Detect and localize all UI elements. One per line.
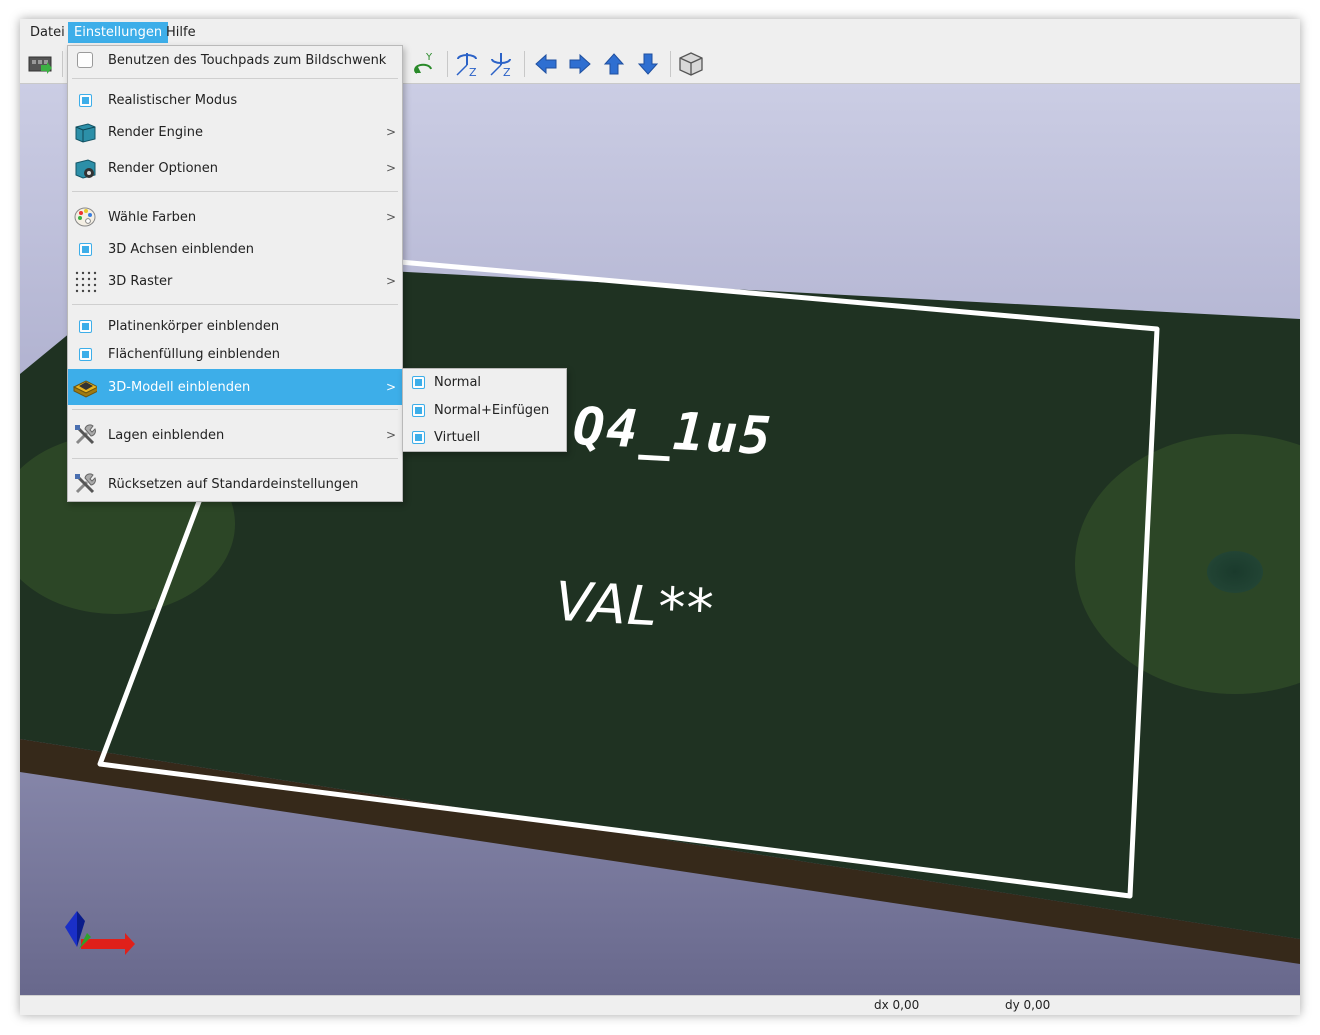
cube-icon bbox=[679, 52, 703, 76]
menu-item-realistic[interactable]: Realistischer Modus bbox=[68, 86, 402, 114]
reference-label: Q4_1u5 bbox=[571, 396, 775, 468]
move-right-button[interactable] bbox=[566, 50, 594, 78]
menu-item-show-3d-models[interactable]: 3D-Modell einblenden > bbox=[68, 369, 402, 405]
3d-model-icon bbox=[73, 375, 97, 399]
tools-icon bbox=[73, 472, 97, 496]
chevron-right-icon: > bbox=[385, 380, 396, 394]
checkbox-zone-fill[interactable] bbox=[73, 342, 97, 366]
axes-gizmo bbox=[65, 911, 135, 955]
menu-item-render-options[interactable]: Render Optionen > bbox=[68, 151, 402, 185]
rotate-y-icon: Y bbox=[414, 52, 433, 74]
menu-item-show-axes[interactable]: 3D Achsen einblenden bbox=[68, 235, 402, 263]
svg-text:Z: Z bbox=[503, 66, 511, 77]
arrow-left-icon bbox=[535, 53, 557, 75]
menu-item-grid[interactable]: 3D Raster > bbox=[68, 265, 402, 297]
menu-einstellungen[interactable]: Einstellungen bbox=[68, 22, 169, 43]
rotate-z-cw-button[interactable]: Z bbox=[488, 50, 516, 78]
submenu-item-virtual[interactable]: Virtuell bbox=[403, 424, 566, 451]
chevron-right-icon: > bbox=[385, 161, 396, 175]
rotate-z-cw-icon: Z bbox=[490, 53, 511, 77]
menu-datei[interactable]: Datei bbox=[24, 22, 71, 43]
chevron-right-icon: > bbox=[385, 210, 396, 224]
render-options-icon bbox=[73, 156, 97, 180]
submenu-item-normal-insert[interactable]: Normal+Einfügen bbox=[403, 396, 566, 424]
checkbox-normal-insert[interactable] bbox=[406, 398, 430, 422]
checkbox-virtual[interactable] bbox=[406, 426, 430, 450]
menu-hilfe[interactable]: Hilfe bbox=[160, 22, 202, 43]
menu-item-reset-defaults[interactable]: Rücksetzen auf Standardeinstellungen bbox=[68, 467, 402, 501]
rotate-y-button[interactable]: Y bbox=[412, 50, 440, 78]
checkbox-normal[interactable] bbox=[406, 371, 430, 395]
menu-item-show-board-body[interactable]: Platinenkörper einblenden bbox=[68, 312, 402, 340]
rotate-z-ccw-button[interactable]: Z bbox=[454, 50, 482, 78]
menu-item-touchpad[interactable]: Benutzen des Touchpads zum Bildschwenk bbox=[68, 46, 402, 74]
export-image-button[interactable] bbox=[26, 50, 54, 78]
3d-model-submenu: Normal Normal+Einfügen Virtuell bbox=[402, 368, 567, 452]
move-up-button[interactable] bbox=[600, 50, 628, 78]
menu-item-show-zone-fill[interactable]: Flächenfüllung einblenden bbox=[68, 340, 402, 368]
palette-icon bbox=[73, 205, 97, 229]
arrow-right-icon bbox=[569, 53, 591, 75]
move-left-button[interactable] bbox=[532, 50, 560, 78]
value-label: VAL** bbox=[553, 569, 716, 642]
checkbox-touchpad[interactable] bbox=[73, 48, 97, 72]
menu-item-choose-colors[interactable]: Wähle Farben > bbox=[68, 201, 402, 233]
export-icon bbox=[28, 56, 52, 74]
menu-item-render-engine[interactable]: Render Engine > bbox=[68, 116, 402, 148]
tools-icon bbox=[73, 423, 97, 447]
chevron-right-icon: > bbox=[385, 274, 396, 288]
chevron-right-icon: > bbox=[385, 428, 396, 442]
render-engine-icon bbox=[73, 120, 97, 144]
move-down-button[interactable] bbox=[634, 50, 662, 78]
submenu-item-normal[interactable]: Normal bbox=[403, 369, 566, 396]
settings-menu: Benutzen des Touchpads zum Bildschwenk R… bbox=[67, 45, 403, 502]
menubar: Datei Einstellungen Hilfe bbox=[20, 19, 1300, 45]
arrow-up-icon bbox=[603, 53, 625, 75]
view-3d-button[interactable] bbox=[677, 50, 705, 78]
menu-item-show-layers[interactable]: Lagen einblenden > bbox=[68, 418, 402, 452]
checkbox-realistic[interactable] bbox=[73, 88, 97, 112]
checkbox-board-body[interactable] bbox=[73, 314, 97, 338]
grid-icon bbox=[73, 269, 97, 293]
arrow-down-icon bbox=[637, 53, 659, 75]
chevron-right-icon: > bbox=[385, 125, 396, 139]
statusbar: dx 0,00 dy 0,00 bbox=[20, 995, 1300, 1015]
rotate-z-icon: Z bbox=[456, 53, 477, 77]
status-dx: dx 0,00 bbox=[874, 998, 920, 1012]
status-dy: dy 0,00 bbox=[1005, 998, 1051, 1012]
svg-text:Y: Y bbox=[425, 52, 433, 63]
checkbox-show-axes[interactable] bbox=[73, 237, 97, 261]
svg-text:Z: Z bbox=[469, 66, 477, 77]
